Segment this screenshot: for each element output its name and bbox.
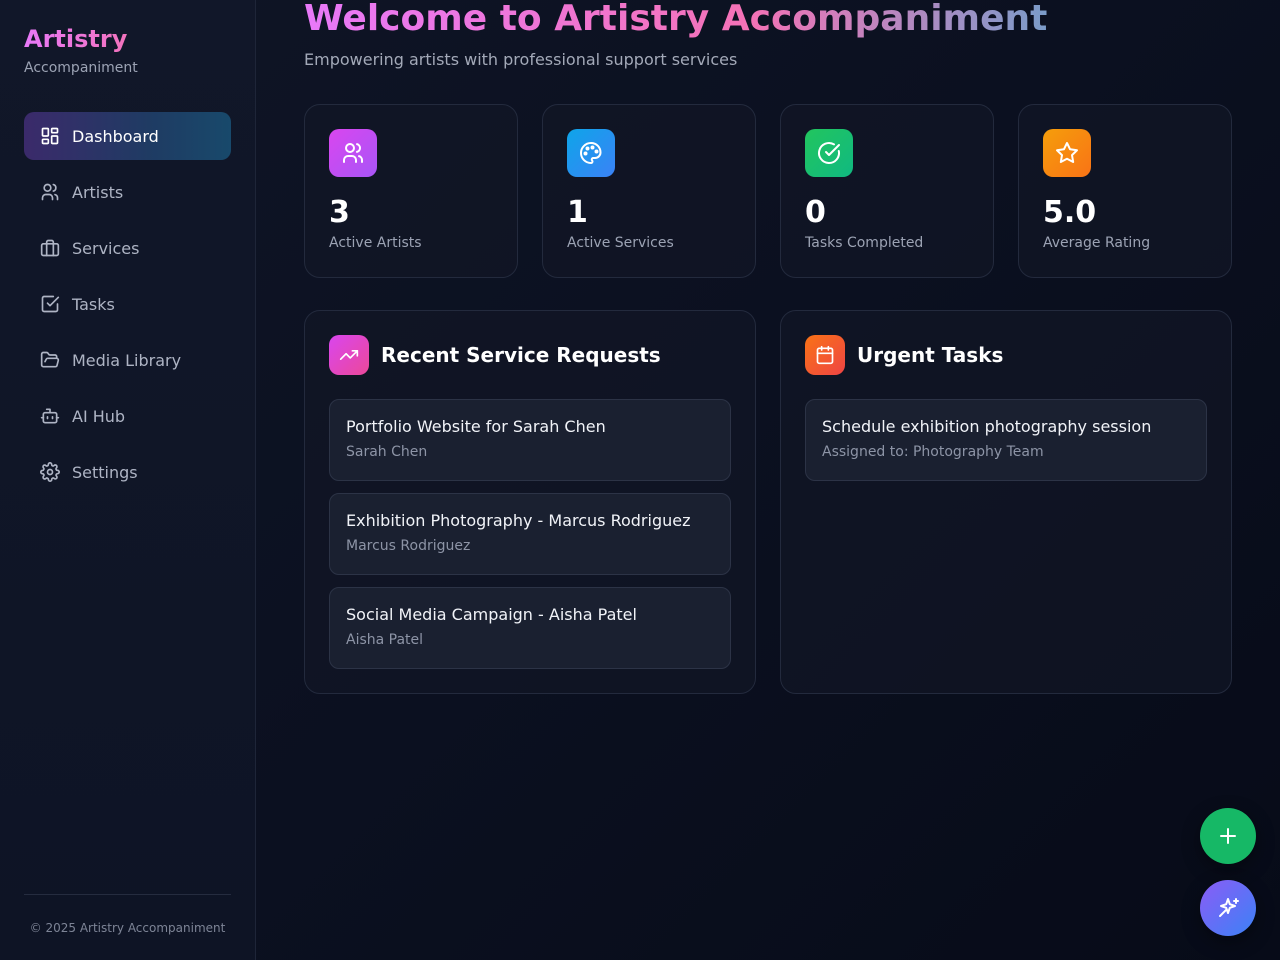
brand-subtitle: Accompaniment — [24, 60, 138, 76]
list-item[interactable]: Social Media Campaign - Aisha Patel Aish… — [329, 587, 731, 669]
request-artist: Sarah Chen — [346, 444, 428, 460]
gear-icon — [40, 462, 60, 482]
panel-title: Urgent Tasks — [857, 343, 1004, 367]
stat-card-average-rating: 5.0 Average Rating — [1018, 104, 1232, 278]
sidebar-item-label: Tasks — [72, 294, 115, 314]
panel-header: Recent Service Requests — [329, 335, 731, 375]
users-icon — [41, 183, 59, 201]
sidebar-item-label: AI Hub — [72, 406, 126, 426]
brand: Artistry Accompaniment — [24, 24, 138, 76]
calendar-icon — [816, 345, 834, 365]
stat-card-active-services: 1 Active Services — [542, 104, 756, 278]
sidebar-item-dashboard[interactable]: Dashboard — [24, 112, 231, 160]
stat-card-active-artists: 3 Active Artists — [304, 104, 518, 278]
sidebar-item-media-library[interactable]: Media Library — [24, 336, 231, 384]
task-assignee: Assigned to: Photography Team — [822, 444, 1044, 460]
page-subtitle: Empowering artists with professional sup… — [304, 50, 738, 69]
sidebar-item-ai-hub[interactable]: AI Hub — [24, 392, 231, 440]
stat-icon-badge — [329, 129, 377, 177]
checkbox-icon — [41, 295, 60, 313]
users-icon — [343, 143, 363, 163]
task-title: Schedule exhibition photography session — [822, 417, 1152, 436]
request-artist: Marcus Rodriguez — [346, 538, 471, 554]
briefcase-icon — [40, 239, 60, 257]
sidebar-item-label: Media Library — [72, 350, 182, 370]
panel-icon-badge — [805, 335, 845, 375]
bot-icon — [40, 408, 60, 424]
stat-value: 1 — [567, 195, 588, 230]
stat-label: Active Artists — [329, 235, 422, 251]
stats-row: 3 Active Artists 1 Active Services 0 Tas… — [304, 104, 1232, 278]
panel-title: Recent Service Requests — [381, 343, 661, 367]
sidebar-item-services[interactable]: Services — [24, 224, 231, 272]
brand-title: Artistry — [24, 24, 138, 54]
stat-value: 0 — [805, 195, 826, 230]
list-item[interactable]: Schedule exhibition photography session … — [805, 399, 1207, 481]
add-button[interactable] — [1200, 808, 1256, 864]
stat-value: 3 — [329, 195, 350, 230]
sidebar-item-settings[interactable]: Settings — [24, 448, 231, 496]
panel-header: Urgent Tasks — [805, 335, 1207, 375]
sidebar: Artistry Accompaniment Dashboard Artists… — [0, 0, 256, 960]
plus-icon — [1220, 828, 1236, 844]
sidebar-item-label: Dashboard — [72, 126, 159, 146]
request-artist: Aisha Patel — [346, 632, 424, 648]
sparkles-icon — [1219, 898, 1239, 917]
panels-row: Recent Service Requests Portfolio Websit… — [304, 310, 1232, 694]
sidebar-item-artists[interactable]: Artists — [24, 168, 231, 216]
stat-value: 5.0 — [1043, 195, 1097, 230]
stat-label: Active Services — [567, 235, 674, 251]
layout-dashboard-icon — [41, 127, 59, 145]
recent-service-requests-panel: Recent Service Requests Portfolio Websit… — [304, 310, 756, 694]
stat-label: Average Rating — [1043, 235, 1151, 251]
check-circle-icon — [818, 142, 840, 164]
stat-card-tasks-completed: 0 Tasks Completed — [780, 104, 994, 278]
sidebar-item-label: Settings — [72, 462, 138, 482]
stat-icon-badge — [805, 129, 853, 177]
stat-label: Tasks Completed — [805, 235, 924, 251]
sidebar-item-tasks[interactable]: Tasks — [24, 280, 231, 328]
stat-icon-badge — [1043, 129, 1091, 177]
urgent-tasks-panel: Urgent Tasks Schedule exhibition photogr… — [780, 310, 1232, 694]
sidebar-item-label: Services — [72, 238, 140, 258]
ai-assistant-button[interactable] — [1200, 880, 1256, 936]
sidebar-footer: © 2025 Artistry Accompaniment — [24, 894, 231, 960]
palette-icon — [580, 142, 602, 164]
request-title: Portfolio Website for Sarah Chen — [346, 417, 606, 436]
page-title: Welcome to Artistry Accompaniment — [304, 0, 1048, 39]
request-title: Exhibition Photography - Marcus Rodrigue… — [346, 511, 691, 530]
list-item[interactable]: Portfolio Website for Sarah Chen Sarah C… — [329, 399, 731, 481]
sidebar-item-label: Artists — [72, 182, 124, 202]
trending-up-icon — [339, 350, 359, 360]
panel-icon-badge — [329, 335, 369, 375]
folder-open-icon — [40, 351, 60, 368]
stat-icon-badge — [567, 129, 615, 177]
star-icon — [1056, 142, 1078, 164]
list-item[interactable]: Exhibition Photography - Marcus Rodrigue… — [329, 493, 731, 575]
sidebar-nav: Dashboard Artists Services Tasks Media L… — [24, 112, 231, 504]
request-title: Social Media Campaign - Aisha Patel — [346, 605, 637, 624]
